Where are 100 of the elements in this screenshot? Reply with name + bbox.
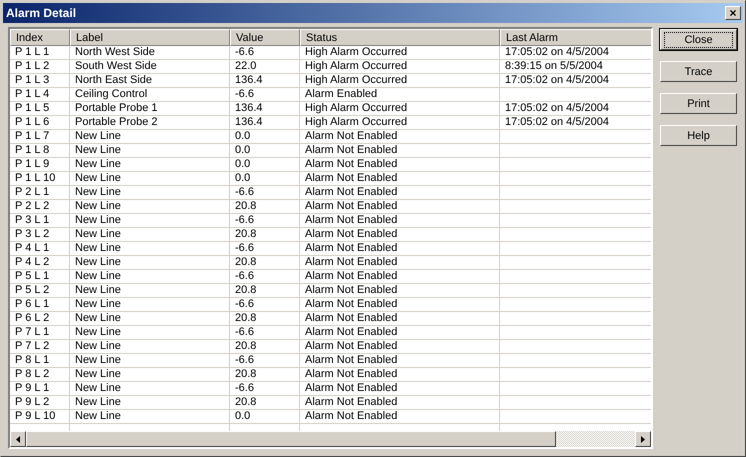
right-arrow-icon <box>641 436 645 442</box>
table-cell: 8:39:15 on 5/5/2004 <box>500 60 651 74</box>
table-cell: High Alarm Occurred <box>300 46 500 60</box>
table-cell: South West Side <box>70 60 230 74</box>
table-cell: Alarm Not Enabled <box>300 214 500 228</box>
table-cell: Alarm Not Enabled <box>300 396 500 410</box>
table-cell: -6.6 <box>230 88 300 102</box>
table-cell: P 1 L 7 <box>10 130 70 144</box>
dialog-button[interactable]: Trace <box>660 61 737 82</box>
table-cell: Alarm Not Enabled <box>300 340 500 354</box>
table-cell: 0.0 <box>230 130 300 144</box>
table-cell: 136.4 <box>230 102 300 116</box>
dialog-button[interactable]: Help <box>660 125 737 146</box>
column-header[interactable]: Value <box>230 29 300 46</box>
table-cell: North East Side <box>70 74 230 88</box>
table-cell: 20.8 <box>230 340 300 354</box>
table-cell: New Line <box>70 242 230 256</box>
table-cell: P 1 L 10 <box>10 172 70 186</box>
table-cell: -6.6 <box>230 382 300 396</box>
table-cell: 17:05:02 on 4/5/2004 <box>500 116 651 130</box>
table-cell: 0.0 <box>230 144 300 158</box>
dialog-button[interactable]: Print <box>660 93 737 114</box>
table-cell: New Line <box>70 228 230 242</box>
table-cell: P 9 L 10 <box>10 410 70 424</box>
window-title: Alarm Detail <box>6 6 76 20</box>
table-cell: Alarm Not Enabled <box>300 326 500 340</box>
table-cell: New Line <box>70 368 230 382</box>
table-cell: Alarm Not Enabled <box>300 256 500 270</box>
table-cell: P 1 L 8 <box>10 144 70 158</box>
table-cell: Alarm Not Enabled <box>300 410 500 424</box>
table-cell: Alarm Not Enabled <box>300 172 500 186</box>
scroll-left-button[interactable] <box>10 431 26 447</box>
table-cell: New Line <box>70 186 230 200</box>
table-cell: -6.6 <box>230 46 300 60</box>
table-cell: 136.4 <box>230 74 300 88</box>
table-cell: 20.8 <box>230 228 300 242</box>
table-cell: New Line <box>70 214 230 228</box>
table-cell: New Line <box>70 200 230 214</box>
table-cell: P 9 L 1 <box>10 382 70 396</box>
table-cell: Portable Probe 1 <box>70 102 230 116</box>
column-header[interactable]: Index <box>10 29 70 46</box>
table-cell: Alarm Not Enabled <box>300 144 500 158</box>
dialog-button[interactable]: Close <box>660 29 737 50</box>
table-cell: High Alarm Occurred <box>300 116 500 130</box>
table-cell: New Line <box>70 354 230 368</box>
table-cell: P 9 L 2 <box>10 396 70 410</box>
table-cell: P 6 L 2 <box>10 312 70 326</box>
column-header[interactable]: Label <box>70 29 230 46</box>
horizontal-scrollbar[interactable] <box>10 431 651 447</box>
table-cell: P 4 L 2 <box>10 256 70 270</box>
table-cell: New Line <box>70 144 230 158</box>
table-cell: -6.6 <box>230 354 300 368</box>
table-cell: P 1 L 1 <box>10 46 70 60</box>
table-cell: P 3 L 1 <box>10 214 70 228</box>
scroll-right-button[interactable] <box>635 431 651 447</box>
table-cell: P 8 L 1 <box>10 354 70 368</box>
table-cell: Alarm Not Enabled <box>300 158 500 172</box>
table-cell: Alarm Not Enabled <box>300 242 500 256</box>
table-cell: P 1 L 3 <box>10 74 70 88</box>
table-cell: Ceiling Control <box>70 88 230 102</box>
table-cell: 22.0 <box>230 60 300 74</box>
close-button[interactable]: × <box>725 6 741 20</box>
table-cell: New Line <box>70 340 230 354</box>
table-cell: New Line <box>70 270 230 284</box>
column-header[interactable]: Status <box>300 29 500 46</box>
table-cell: P 3 L 2 <box>10 228 70 242</box>
table-cell: 17:05:02 on 4/5/2004 <box>500 46 651 60</box>
table-cell: P 1 L 5 <box>10 102 70 116</box>
table-cell: Alarm Not Enabled <box>300 186 500 200</box>
table-cell: Alarm Not Enabled <box>300 270 500 284</box>
table-cell: Alarm Not Enabled <box>300 130 500 144</box>
table-cell: 17:05:02 on 4/5/2004 <box>500 74 651 88</box>
column-header[interactable]: Last Alarm <box>500 29 651 46</box>
table-cell: New Line <box>70 158 230 172</box>
table-cell: Alarm Not Enabled <box>300 298 500 312</box>
table-cell: High Alarm Occurred <box>300 102 500 116</box>
table-cell: 20.8 <box>230 256 300 270</box>
table-cell: P 8 L 2 <box>10 368 70 382</box>
table-cell: 17:05:02 on 4/5/2004 <box>500 102 651 116</box>
table-cell: P 5 L 2 <box>10 284 70 298</box>
table-cell: High Alarm Occurred <box>300 74 500 88</box>
table-cell: P 2 L 2 <box>10 200 70 214</box>
table-cell: New Line <box>70 326 230 340</box>
table-cell: New Line <box>70 130 230 144</box>
scroll-thumb[interactable] <box>26 431 556 447</box>
table-cell: P 1 L 6 <box>10 116 70 130</box>
table-cell: High Alarm Occurred <box>300 60 500 74</box>
table-cell: New Line <box>70 312 230 326</box>
table-cell: Alarm Not Enabled <box>300 354 500 368</box>
table-cell: 20.8 <box>230 312 300 326</box>
table-cell: P 1 L 2 <box>10 60 70 74</box>
table-cell: 20.8 <box>230 396 300 410</box>
table-cell: New Line <box>70 256 230 270</box>
table-cell: P 6 L 1 <box>10 298 70 312</box>
table-cell: 20.8 <box>230 284 300 298</box>
table-cell: New Line <box>70 298 230 312</box>
table-cell: New Line <box>70 284 230 298</box>
table-cell: New Line <box>70 396 230 410</box>
table-cell: New Line <box>70 172 230 186</box>
table-cell: P 7 L 1 <box>10 326 70 340</box>
